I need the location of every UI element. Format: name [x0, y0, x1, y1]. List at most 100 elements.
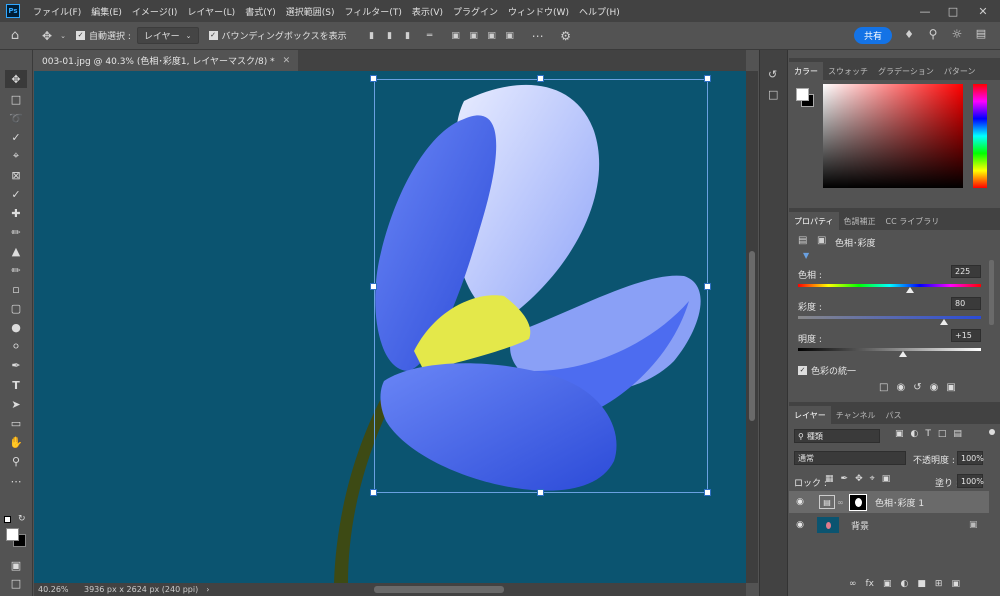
quick-select-tool-icon[interactable]: ✓ [5, 128, 27, 146]
smart-filter-icon[interactable]: ▤ [953, 429, 962, 439]
pixel-filter-icon[interactable]: ▣ [895, 429, 904, 439]
lock-pixels-icon[interactable]: ▦ [825, 474, 834, 484]
document-tab[interactable]: 003-01.jpg @ 40.3% (色相･彩度1, レイヤーマスク/8) *… [34, 50, 299, 71]
transform-handle[interactable] [704, 489, 711, 496]
lock-artboard-icon[interactable]: ⌖ [870, 474, 875, 484]
menu-item[interactable]: プラグイン [448, 5, 503, 18]
quick-mask-icon[interactable]: ▣ [5, 556, 27, 574]
show-bbox-checkbox[interactable]: ✓ バウンディングボックスを表示 [208, 29, 347, 42]
auto-select-checkbox[interactable]: ✓ 自動選択 : [76, 29, 131, 42]
healing-brush-icon[interactable]: ✚ [5, 204, 27, 222]
tab-color[interactable]: カラー [789, 62, 823, 80]
hue-slider-track[interactable] [798, 284, 981, 287]
lasso-tool-icon[interactable]: ➰ [5, 109, 27, 127]
tab-paths[interactable]: パス [881, 406, 907, 424]
layer-mask-thumbnail[interactable] [849, 493, 867, 511]
horizontal-scrollbar[interactable] [374, 586, 504, 593]
gear-icon[interactable]: ⚙ [555, 29, 577, 43]
eraser-tool-icon[interactable]: ▫ [5, 280, 27, 298]
tab-adjustments[interactable]: 色調補正 [839, 212, 881, 230]
align-center-icon[interactable]: ▮ [381, 31, 399, 41]
layer-name[interactable]: 背景 [851, 519, 869, 532]
history-brush-icon[interactable]: ✏ [5, 261, 27, 279]
swap-colors-icon[interactable]: ↻ [18, 514, 26, 524]
transform-handle[interactable] [704, 283, 711, 290]
panel-menu-icon[interactable] [989, 429, 995, 435]
zoom-tool-icon[interactable]: ⚲ [5, 452, 27, 470]
tab-gradients[interactable]: グラデーション [873, 62, 939, 80]
close-button[interactable]: ✕ [968, 0, 998, 22]
lightbulb-icon[interactable]: ☼ [950, 27, 964, 41]
type-filter-icon[interactable]: T [925, 429, 931, 439]
bell-icon[interactable]: ♦ [902, 28, 916, 41]
workspace-icon[interactable]: ▤ [974, 27, 988, 40]
vertical-scrollbar[interactable] [746, 71, 758, 583]
tab-swatches[interactable]: スウォッチ [823, 62, 873, 80]
distribute-icon[interactable]: ═ [421, 31, 439, 41]
dodge-tool-icon[interactable]: ⚪ [5, 337, 27, 355]
lightness-slider-track[interactable] [798, 348, 981, 351]
default-colors-icon[interactable] [4, 516, 11, 523]
menu-item[interactable]: ヘルプ(H) [574, 5, 625, 18]
new-group-icon[interactable]: ■ [917, 579, 926, 589]
move-tool-icon[interactable]: ✥ [36, 29, 58, 43]
saturation-input[interactable]: 80 [951, 297, 981, 310]
menu-item[interactable]: イメージ(I) [127, 5, 183, 18]
tab-cc-libraries[interactable]: CC ライブラリ [881, 212, 945, 230]
pen-tool-icon[interactable]: ✒ [5, 356, 27, 374]
menu-item[interactable]: レイヤー(L) [182, 5, 240, 18]
share-button[interactable]: 共有 [854, 27, 892, 44]
auto-select-target-dropdown[interactable]: レイヤー ⌄ [136, 27, 199, 44]
eyedropper-tool-icon[interactable]: ✓ [5, 185, 27, 203]
visibility-eye-icon[interactable]: ◉ [789, 520, 811, 530]
transform-handle[interactable] [370, 283, 377, 290]
crop-tool-icon[interactable]: ⌖ [5, 147, 27, 165]
marquee-tool-icon[interactable]: □ [5, 90, 27, 108]
view-previous-icon[interactable]: ◉ [896, 382, 905, 393]
adjustment-filter-icon[interactable]: ◐ [911, 429, 919, 439]
transform-handle[interactable] [704, 75, 711, 82]
tab-properties[interactable]: プロパティ [789, 212, 839, 230]
lightness-slider-thumb[interactable] [899, 351, 908, 357]
transform-handle[interactable] [370, 75, 377, 82]
targeted-adjust-icon[interactable]: ▼ [803, 251, 809, 260]
rectangle-tool-icon[interactable]: ▭ [5, 414, 27, 432]
menu-item[interactable]: 選択範囲(S) [281, 5, 340, 18]
new-layer-icon[interactable]: ⊞ [935, 579, 943, 589]
menu-item[interactable]: 書式(Y) [240, 5, 281, 18]
search-icon[interactable]: ⚲ [926, 27, 940, 41]
maximize-button[interactable]: □ [938, 0, 968, 22]
hand-tool-icon[interactable]: ✋ [5, 433, 27, 451]
stamp-tool-icon[interactable]: ▲ [5, 242, 27, 260]
distribute-vertical-icon[interactable]: ▣ [501, 31, 519, 41]
path-select-icon[interactable]: ➤ [5, 395, 27, 413]
minimize-button[interactable]: — [910, 0, 940, 22]
delete-layer-icon[interactable]: ▣ [951, 579, 960, 589]
close-tab-icon[interactable]: ✕ [283, 56, 291, 66]
visibility-icon[interactable]: ◉ [930, 382, 939, 393]
move-tool-icon[interactable]: ✥ [5, 70, 27, 88]
chevron-down-icon[interactable]: ⌄ [58, 32, 68, 40]
brush-tool-icon[interactable]: ✏ [5, 223, 27, 241]
align-left-icon[interactable]: ▮ [363, 31, 381, 41]
menu-item[interactable]: フィルター(T) [339, 5, 406, 18]
color-field[interactable] [823, 84, 963, 188]
transform-handle[interactable] [537, 489, 544, 496]
saturation-slider-track[interactable] [798, 316, 981, 319]
layer-name[interactable]: 色相･彩度 1 [875, 496, 924, 509]
menu-item[interactable]: 編集(E) [86, 5, 127, 18]
fill-input[interactable]: 100% [957, 474, 984, 488]
menu-item[interactable]: ウィンドウ(W) [503, 5, 574, 18]
gradient-tool-icon[interactable]: ▢ [5, 299, 27, 317]
properties-scrollbar[interactable] [989, 260, 994, 325]
type-tool-icon[interactable]: T [5, 376, 27, 394]
frame-tool-icon[interactable]: ⊠ [5, 166, 27, 184]
shape-filter-icon[interactable]: □ [938, 429, 947, 439]
bounding-box[interactable] [374, 79, 708, 493]
opacity-input[interactable]: 100% [957, 451, 984, 465]
blur-tool-icon[interactable]: ● [5, 318, 27, 336]
add-mask-icon[interactable]: ▣ [883, 579, 892, 589]
reset-icon[interactable]: ↺ [913, 382, 921, 393]
visibility-eye-icon[interactable]: ◉ [789, 497, 811, 507]
tab-layers[interactable]: レイヤー [789, 406, 831, 424]
